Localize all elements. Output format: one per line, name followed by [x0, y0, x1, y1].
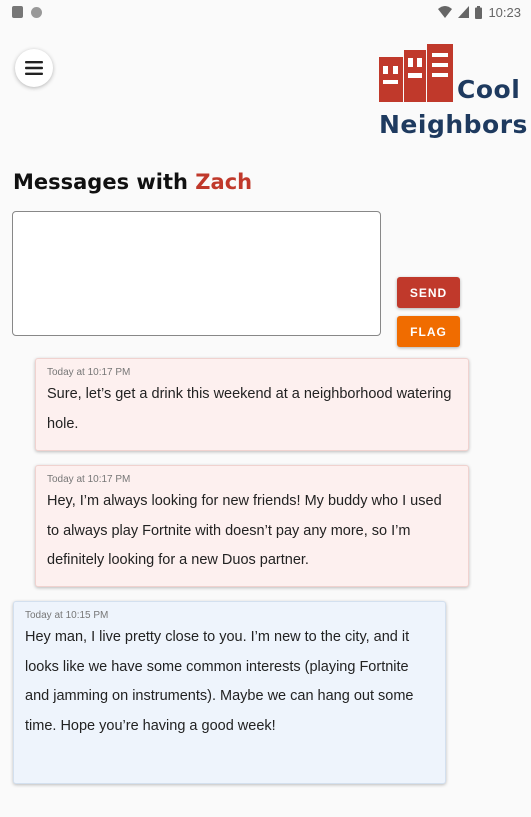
flag-button[interactable]: FLAG — [397, 316, 460, 347]
message-timestamp: Today at 10:15 PM — [25, 610, 109, 621]
hamburger-menu-icon — [25, 61, 43, 75]
notification-dot-icon — [31, 6, 42, 18]
message-bubble-received: Today at 10:15 PM Hey man, I live pretty… — [13, 601, 446, 784]
sd-card-icon — [12, 6, 23, 18]
page-title-prefix: Messages with — [13, 170, 188, 194]
signal-icon — [458, 6, 470, 18]
page-title: Messages with Zach — [13, 170, 252, 194]
message-bubble-sent: Today at 10:17 PM Sure, let’s get a drin… — [35, 358, 469, 451]
message-bubble-sent: Today at 10:17 PM Hey, I’m always lookin… — [35, 465, 469, 587]
status-time: 10:23 — [488, 4, 521, 20]
status-notifications — [12, 6, 42, 18]
send-button[interactable]: SEND — [397, 277, 460, 308]
buildings-logo-icon — [379, 44, 453, 102]
status-bar: 10:23 — [0, 0, 531, 24]
logo-text-cool: Cool — [457, 75, 521, 104]
wifi-icon — [438, 6, 453, 18]
menu-button[interactable] — [15, 49, 53, 87]
logo-text-neighbors: Neighbors — [379, 110, 528, 139]
contact-name: Zach — [195, 170, 253, 194]
message-text: Sure, let’s get a drink this weekend at … — [47, 386, 452, 432]
message-input[interactable] — [12, 211, 381, 336]
app-logo: Cool Neighbors — [377, 44, 527, 144]
message-timestamp: Today at 10:17 PM — [47, 367, 131, 378]
message-text: Hey man, I live pretty close to you. I’m… — [25, 629, 414, 734]
battery-icon — [475, 5, 483, 19]
message-timestamp: Today at 10:17 PM — [47, 474, 131, 485]
status-system: 10:23 — [438, 5, 521, 20]
message-text: Hey, I’m always looking for new friends!… — [47, 493, 442, 568]
